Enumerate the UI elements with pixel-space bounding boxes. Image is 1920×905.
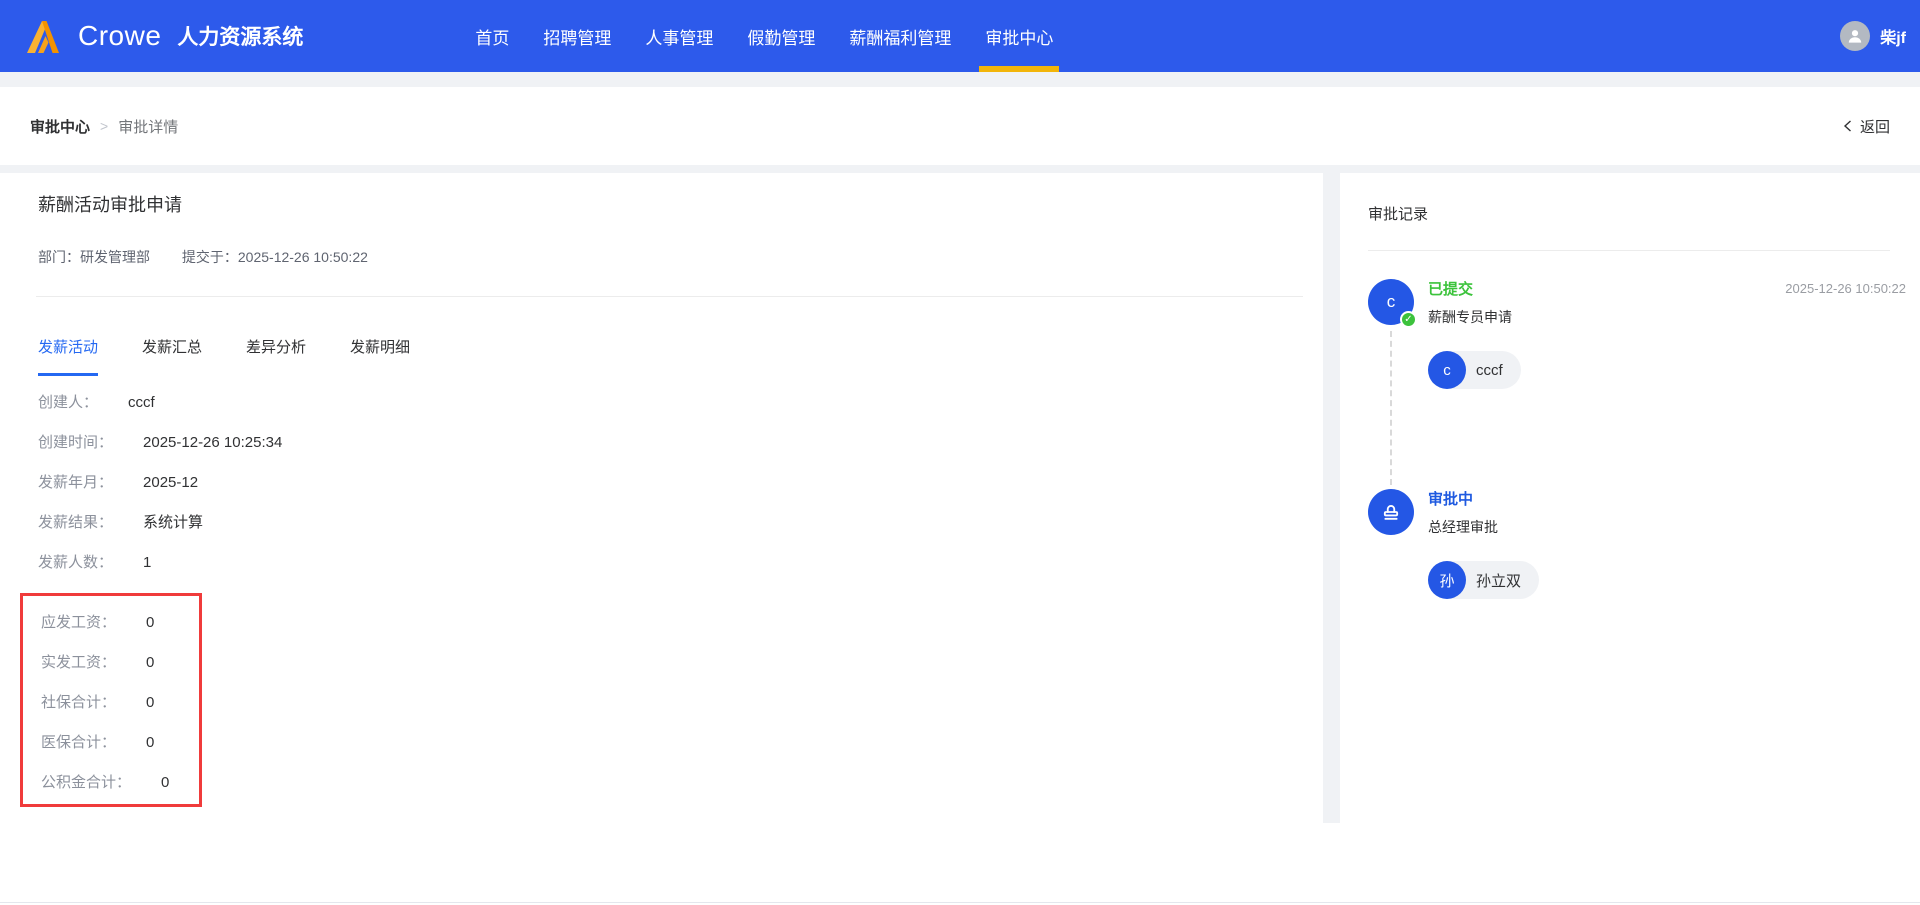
approval-detail-card: 薪酬活动审批申请 部门：研发管理部 提交于：2025-12-26 10:50:2…	[8, 173, 1323, 823]
breadcrumb-bar: 审批中心 > 审批详情 返回	[0, 87, 1920, 165]
brand: Crowe 人力资源系统	[26, 0, 303, 72]
tab-payroll-summary[interactable]: 发薪汇总	[142, 339, 202, 376]
step-description: 薪酬专员申请	[1428, 309, 1512, 325]
user-name: 柴jf	[1880, 30, 1906, 47]
detail-tabs: 发薪活动 发薪汇总 差异分析 发薪明细	[38, 339, 1293, 376]
breadcrumb-separator-icon: >	[100, 118, 109, 134]
nav-item-approval-center[interactable]: 审批中心	[979, 0, 1060, 72]
detail-meta: 部门：研发管理部 提交于：2025-12-26 10:50:22	[38, 247, 1293, 267]
person-chip: c cccf	[1428, 351, 1521, 389]
header-user[interactable]: 柴jf	[1840, 0, 1906, 72]
nav-item-recruit[interactable]: 招聘管理	[543, 0, 611, 72]
submitted-at-value: 2025-12-26 10:50:22	[237, 249, 368, 265]
nav-item-attendance[interactable]: 假勤管理	[747, 0, 815, 72]
breadcrumb-current-page: 审批详情	[118, 118, 179, 136]
brand-word: Crowe	[78, 20, 162, 51]
crowe-mountain-logo-icon	[27, 21, 59, 53]
status-badge: 已提交	[1428, 281, 1474, 298]
approval-timeline: c ✓ 已提交 2025-12-26 10:50:22 薪酬专员申请 c ccc…	[1368, 279, 1906, 699]
step-timestamp: 2025-12-26 10:50:22	[1785, 281, 1906, 296]
content-area: 薪酬活动审批申请 部门：研发管理部 提交于：2025-12-26 10:50:2…	[0, 173, 1920, 823]
card-gap	[1323, 173, 1340, 823]
page: Crowe 人力资源系统 首页 招聘管理 人事管理 假勤管理 薪酬福利管理 审批…	[0, 0, 1920, 905]
user-icon	[1840, 21, 1871, 51]
department-label: 部门：	[38, 249, 80, 265]
submitted-at-label: 提交于：	[181, 249, 238, 265]
main-nav: 首页 招聘管理 人事管理 假勤管理 薪酬福利管理 审批中心	[475, 0, 1060, 72]
divider	[0, 902, 1920, 903]
tab-payroll-detail[interactable]: 发薪明细	[350, 339, 410, 376]
field-creator: 创建人： cccf	[38, 394, 155, 411]
field-medical-insurance-total: 医保合计： 0	[41, 734, 155, 751]
section-gap	[0, 165, 1920, 173]
person-chip: 孙 孙立双	[1428, 561, 1540, 599]
field-social-insurance-total: 社保合计： 0	[41, 694, 155, 711]
step-avatar: c ✓	[1368, 279, 1417, 328]
section-gap	[0, 72, 1920, 87]
chevron-left-icon	[1843, 120, 1851, 132]
department-value: 研发管理部	[80, 249, 150, 265]
brand-product-name: 人力资源系统	[177, 26, 304, 49]
avatar: 孙	[1428, 561, 1466, 599]
breadcrumb: 审批中心 > 审批详情	[30, 116, 178, 137]
stamp-icon	[1383, 505, 1399, 520]
approval-record-panel: 审批记录 c ✓ 已提交 2025-12-26 10:50:22 薪酬专员申请	[1340, 173, 1918, 823]
status-badge: 审批中	[1428, 491, 1474, 508]
nav-item-home[interactable]: 首页	[475, 0, 509, 72]
field-create-time: 创建时间： 2025-12-26 10:25:34	[38, 434, 283, 451]
avatar: c	[1428, 351, 1466, 389]
step-description: 总经理审批	[1428, 519, 1498, 535]
field-housing-fund-total: 公积金合计： 0	[41, 774, 170, 791]
app-header: Crowe 人力资源系统 首页 招聘管理 人事管理 假勤管理 薪酬福利管理 审批…	[0, 0, 1920, 72]
divider	[1368, 250, 1890, 251]
back-button[interactable]: 返回	[1842, 116, 1890, 137]
back-button-label: 返回	[1859, 118, 1890, 136]
divider	[36, 296, 1303, 297]
field-pay-result: 发薪结果： 系统计算	[38, 514, 204, 531]
page-title: 薪酬活动审批申请	[38, 195, 182, 215]
nav-item-personnel[interactable]: 人事管理	[645, 0, 713, 72]
field-headcount: 发薪人数： 1	[38, 554, 152, 571]
breadcrumb-root[interactable]: 审批中心	[30, 116, 90, 137]
check-badge-icon: ✓	[1400, 311, 1417, 328]
tab-payroll-activity[interactable]: 发薪活动	[38, 339, 99, 376]
field-gross-salary: 应发工资： 0	[41, 614, 155, 631]
field-pay-month: 发薪年月： 2025-12	[38, 474, 199, 491]
tab-difference-analysis[interactable]: 差异分析	[246, 339, 306, 376]
highlight-red-box: 应发工资： 0 实发工资： 0 社保合计： 0 医保合计： 0 公积金合计： 0	[20, 593, 202, 807]
avatar-letter: c	[1386, 292, 1396, 311]
person-name: cccf	[1476, 361, 1503, 379]
nav-item-compensation[interactable]: 薪酬福利管理	[849, 0, 951, 72]
approval-step-submitted: c ✓ 已提交 2025-12-26 10:50:22 薪酬专员申请 c ccc…	[1368, 279, 1906, 489]
step-body: 审批中 总经理审批 孙 孙立双	[1428, 489, 1906, 699]
panel-title: 审批记录	[1368, 206, 1429, 223]
approval-step-in-review: 审批中 总经理审批 孙 孙立双	[1368, 489, 1906, 699]
field-net-salary: 实发工资： 0	[41, 654, 155, 671]
field-list: 创建人： cccf 创建时间： 2025-12-26 10:25:34 发薪年月： 2…	[8, 393, 1323, 807]
step-body: 已提交 2025-12-26 10:50:22 薪酬专员申请 c cccf	[1428, 279, 1906, 489]
person-name: 孙立双	[1476, 572, 1522, 590]
step-avatar	[1368, 489, 1414, 535]
